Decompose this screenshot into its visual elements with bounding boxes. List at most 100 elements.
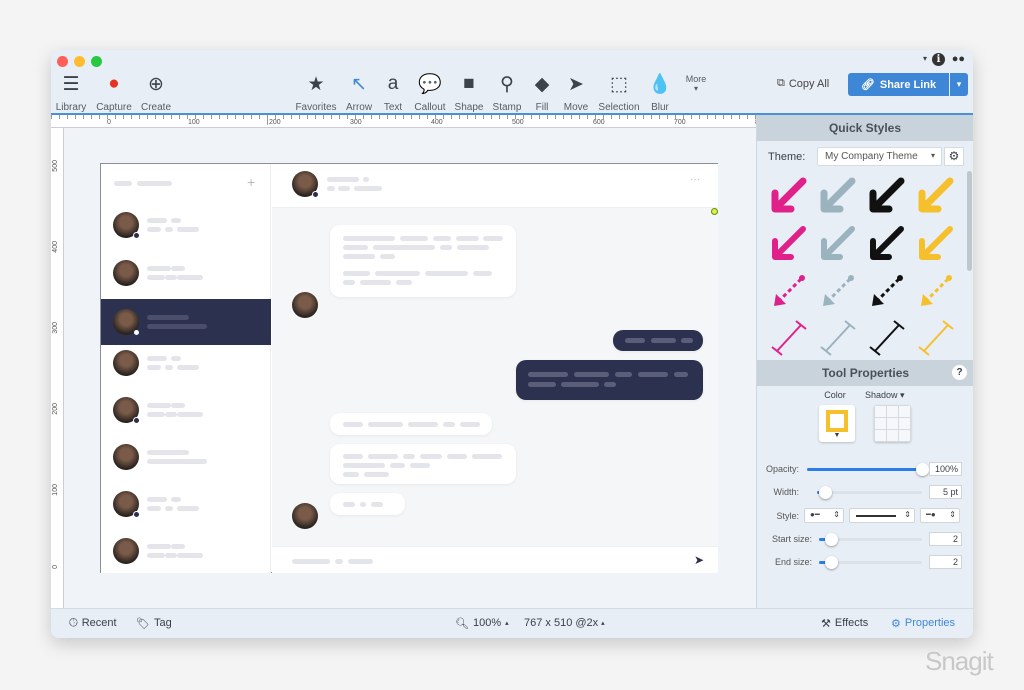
theme-value: My Company Theme xyxy=(825,151,918,162)
chat-mockup-image[interactable]: + ··· ➤ xyxy=(100,163,718,573)
tool-label: Create xyxy=(140,102,171,113)
quick-style-arrow[interactable] xyxy=(772,226,806,260)
resize-handle[interactable] xyxy=(711,208,718,215)
width-field[interactable]: 5 pt xyxy=(929,485,962,499)
ruler-tick xyxy=(699,115,700,119)
color-picker[interactable]: ▼ xyxy=(819,405,855,442)
width-slider[interactable] xyxy=(817,486,922,499)
quick-style-arrow[interactable] xyxy=(919,226,953,260)
quick-style-thick-arrow[interactable] xyxy=(771,177,807,213)
end-size-label: End size: xyxy=(774,557,812,567)
ruler-label: 0 xyxy=(107,119,111,126)
more-options-icon: ··· xyxy=(690,174,700,185)
tag-button[interactable]: 🏷︎ Tag xyxy=(136,617,172,630)
ruler-tick xyxy=(291,115,292,119)
theme-dropdown[interactable]: My Company Theme ▾ xyxy=(817,147,942,166)
minimize-window-button[interactable] xyxy=(74,56,85,67)
quick-style-dashed-arrow[interactable] xyxy=(872,275,903,306)
contact-list-item[interactable] xyxy=(101,434,271,480)
shadow-picker[interactable] xyxy=(874,405,911,442)
ruler-tick xyxy=(139,115,140,119)
close-window-button[interactable] xyxy=(57,56,68,67)
opacity-label: Opacity: xyxy=(765,464,799,474)
more-tools-button[interactable]: More ▾ xyxy=(666,72,726,93)
plus-icon: + xyxy=(247,174,256,190)
share-link-button[interactable]: 🔗︎ Share Link xyxy=(848,73,949,96)
dimensions-value: 767 x 510 @2x xyxy=(524,617,599,629)
ruler-tick xyxy=(99,115,100,119)
ruler-label: 700 xyxy=(674,119,686,126)
dimensions-control[interactable]: 767 x 510 @2x ▴ xyxy=(524,617,605,631)
contact-list-item[interactable] xyxy=(101,250,271,296)
quick-style-dashed-arrow[interactable] xyxy=(823,275,854,306)
quick-style-thick-arrow[interactable] xyxy=(869,177,905,213)
ruler-tick xyxy=(75,115,76,119)
contact-list-item[interactable] xyxy=(101,528,271,574)
help-button[interactable]: ? xyxy=(952,365,967,380)
ruler-label: 0 xyxy=(52,565,59,569)
end-size-field[interactable]: 2 xyxy=(929,555,962,569)
ruler-tick xyxy=(395,115,396,119)
gear-icon[interactable]: ⚙ xyxy=(944,147,964,166)
quick-style-dashed-arrow[interactable] xyxy=(921,275,952,306)
quick-styles-header: Quick Styles xyxy=(757,115,973,141)
canvas[interactable]: + ··· ➤ xyxy=(64,128,756,608)
ruler-tick xyxy=(411,115,412,119)
ruler-tick xyxy=(243,115,244,119)
info-icon[interactable]: i xyxy=(932,53,945,66)
effects-button[interactable]: ⚒ Effects xyxy=(821,617,868,630)
contact-list-item[interactable] xyxy=(101,202,271,248)
properties-label: Properties xyxy=(904,617,956,629)
quick-styles-scrollbar[interactable] xyxy=(967,171,972,271)
quick-style-arrow[interactable] xyxy=(870,226,904,260)
contact-list-item[interactable] xyxy=(101,481,271,527)
share-options-dropdown[interactable]: ▾ xyxy=(950,73,968,96)
quick-style-line[interactable] xyxy=(869,320,905,356)
start-size-slider[interactable] xyxy=(819,533,922,546)
ruler-tick xyxy=(643,115,644,119)
shadow-dropdown[interactable]: Shadow ▾ xyxy=(865,390,905,401)
opacity-slider[interactable] xyxy=(807,463,929,476)
ruler-label: 500 xyxy=(512,119,524,126)
contact-list-item[interactable] xyxy=(101,387,271,433)
avatar xyxy=(292,292,318,318)
dropdown-caret-icon[interactable]: ▾ xyxy=(923,54,927,63)
end-size-slider[interactable] xyxy=(819,556,922,569)
zoom-window-button[interactable] xyxy=(91,56,102,67)
ruler-tick xyxy=(147,115,148,119)
color-label: Color xyxy=(824,390,846,400)
ruler-tick xyxy=(499,115,500,119)
ruler-tick xyxy=(371,115,372,119)
ruler-label: 300 xyxy=(52,322,59,334)
account-icon[interactable]: ●● xyxy=(952,53,965,65)
quick-style-line[interactable] xyxy=(918,320,954,356)
ruler-tick xyxy=(731,115,732,119)
ruler-tick xyxy=(267,115,268,125)
properties-button[interactable]: ⚙ Properties xyxy=(891,617,955,630)
width-label: Width: xyxy=(773,487,799,497)
start-cap-select[interactable]: ●━ ⇕ xyxy=(804,508,844,523)
contact-list: + xyxy=(101,164,271,573)
quick-style-arrow[interactable] xyxy=(821,226,855,260)
shadow-label: Shadow xyxy=(865,390,898,400)
create-tool-button[interactable]: ⊕ Create xyxy=(126,72,186,114)
zoom-control[interactable]: 🔍︎ 100% ▴ xyxy=(455,617,509,631)
quick-style-line[interactable] xyxy=(771,320,807,356)
quick-style-dashed-arrow[interactable] xyxy=(774,275,805,306)
start-size-field[interactable]: 2 xyxy=(929,532,962,546)
avatar xyxy=(113,212,140,239)
quick-style-thick-arrow[interactable] xyxy=(820,177,856,213)
contact-list-item[interactable] xyxy=(101,340,271,386)
ruler-label: 300 xyxy=(350,119,362,126)
recent-label: Recent xyxy=(81,617,117,629)
recent-button[interactable]: 🕓︎ Recent xyxy=(69,617,117,630)
contact-list-item[interactable] xyxy=(101,299,271,345)
ruler-tick xyxy=(299,115,300,119)
line-style-select[interactable]: ⇕ xyxy=(849,508,915,523)
ruler-tick xyxy=(459,115,460,119)
copy-all-button[interactable]: ⧉ Copy All xyxy=(777,77,829,90)
quick-style-thick-arrow[interactable] xyxy=(918,177,954,213)
quick-style-line[interactable] xyxy=(820,320,856,356)
end-cap-select[interactable]: ━● ⇕ xyxy=(920,508,960,523)
opacity-field[interactable]: 100% xyxy=(929,462,962,476)
